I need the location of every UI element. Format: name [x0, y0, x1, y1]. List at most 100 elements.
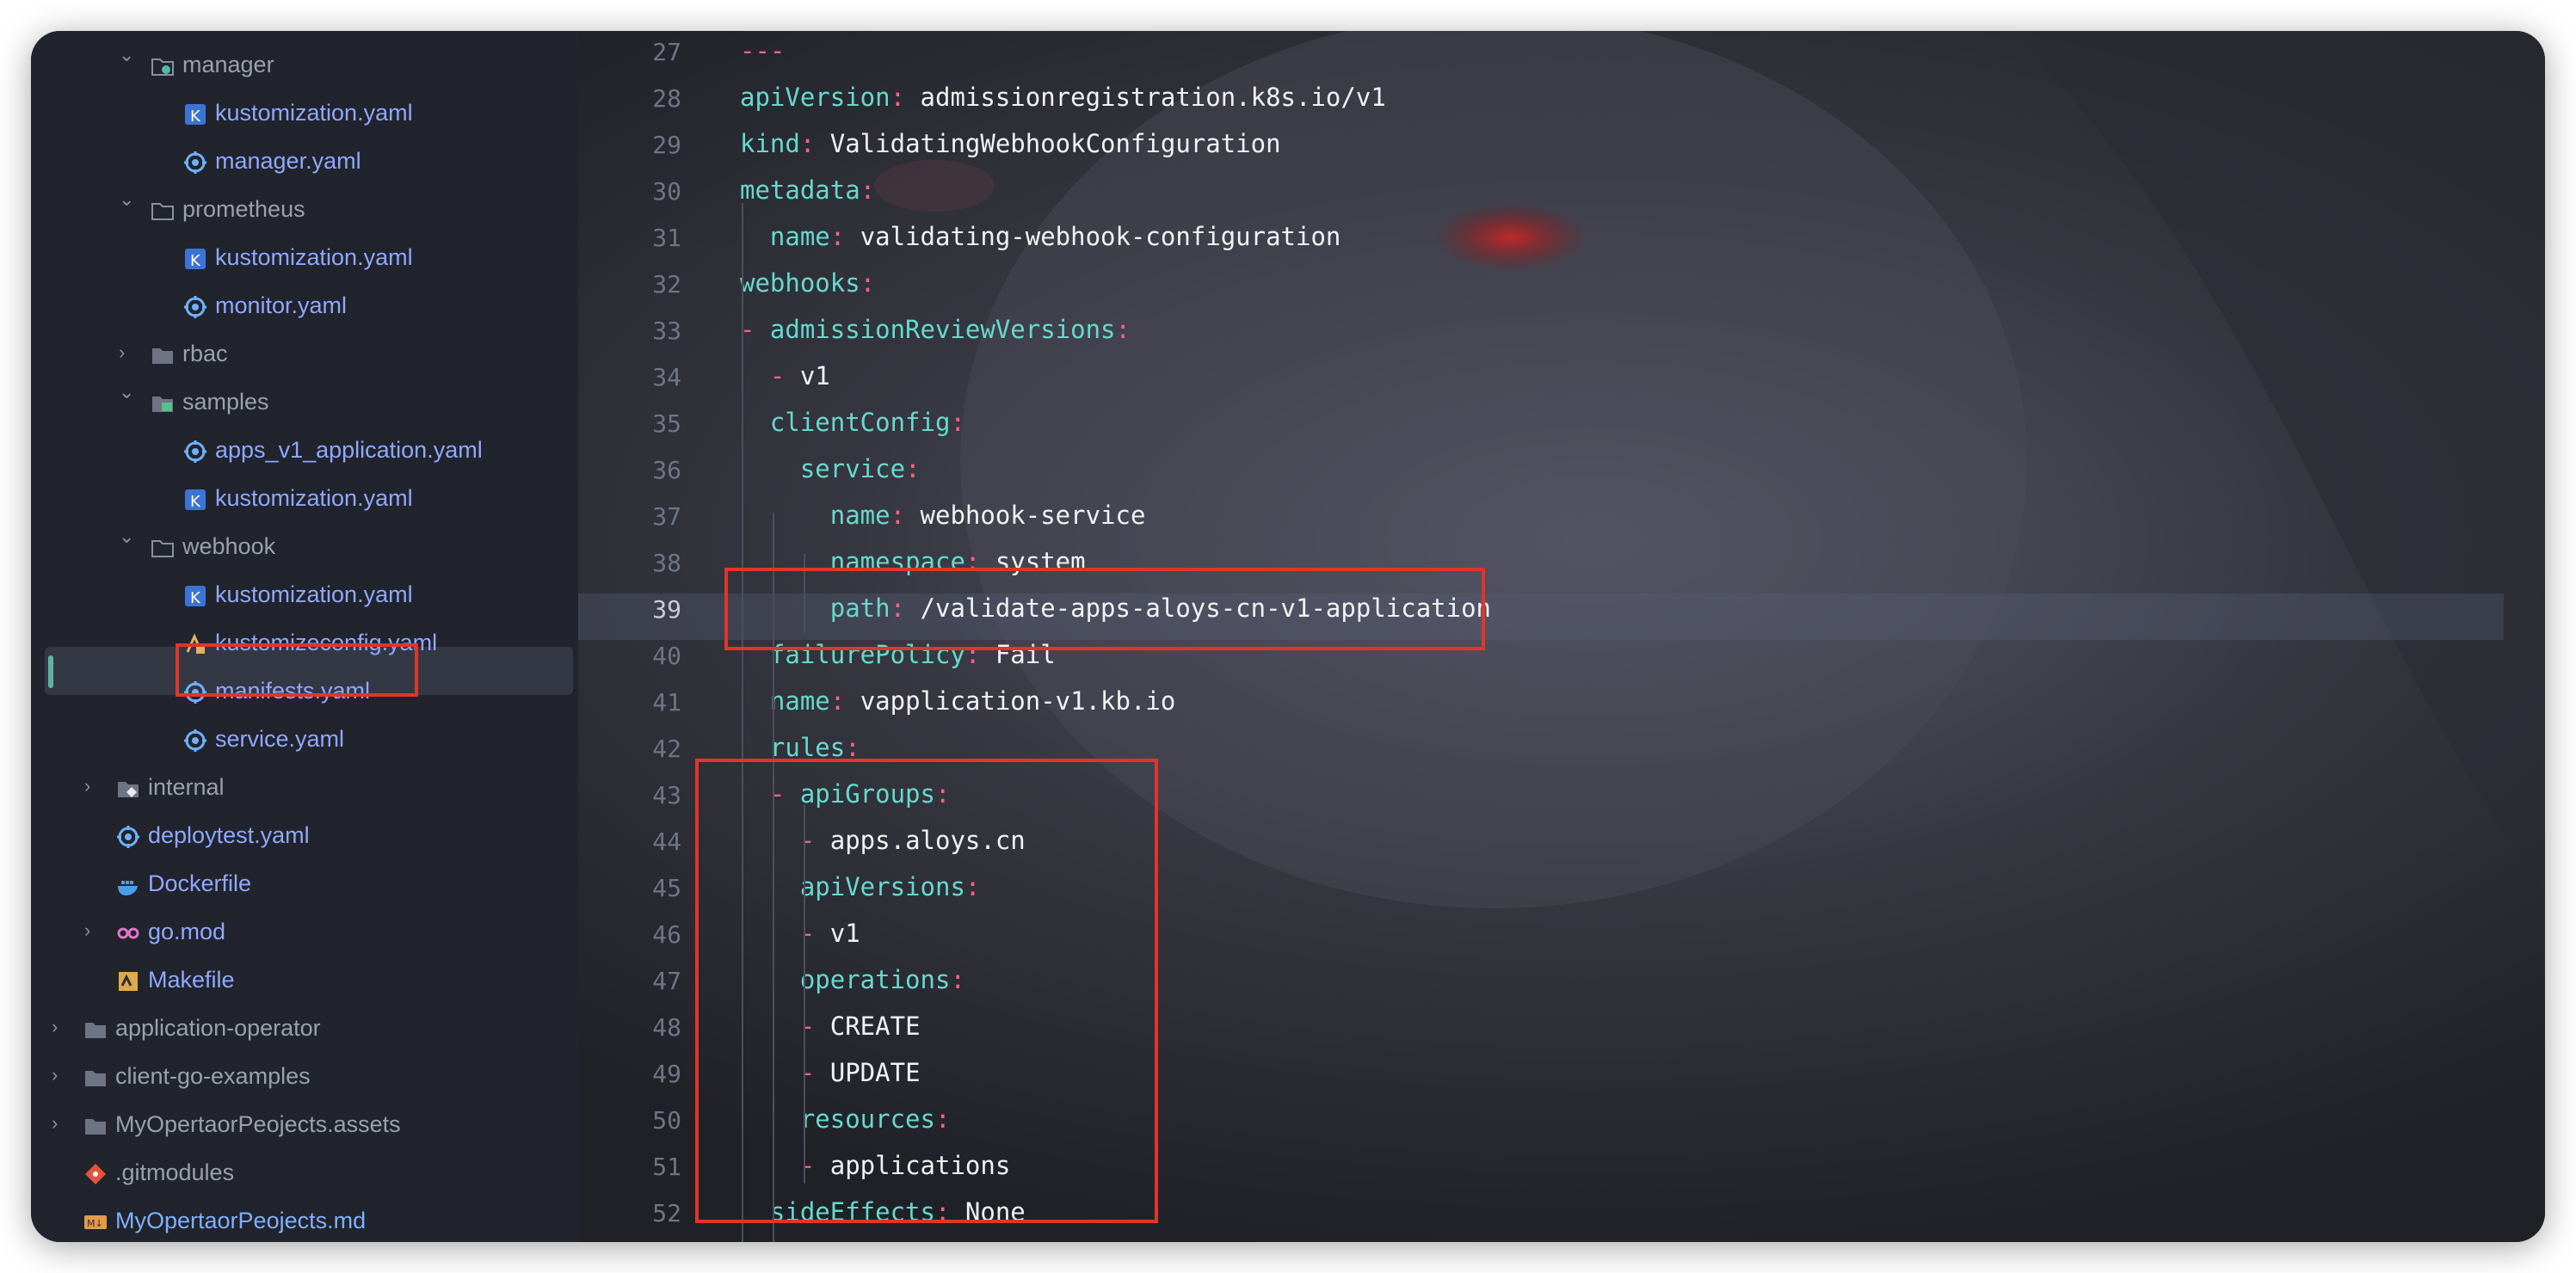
kustomize-k-icon: K [182, 101, 208, 127]
line-number: 52 [652, 1199, 681, 1227]
line-number: 28 [652, 84, 681, 113]
chevron-right-icon[interactable]: › [84, 777, 102, 796]
tree-file[interactable]: Kkustomization.yaml [31, 91, 578, 139]
chevron-right-icon[interactable]: › [52, 1114, 69, 1133]
folder-icon [83, 1065, 108, 1091]
chevron-right-icon[interactable]: › [119, 343, 136, 362]
tree-file[interactable]: Makefile [31, 958, 578, 1006]
tree-folder[interactable]: › application-operator [31, 1006, 578, 1055]
tree-folder[interactable]: ⌄ prometheus [31, 188, 578, 236]
code-line[interactable]: rules: [740, 733, 860, 762]
code-line[interactable]: name: webhook-service [740, 501, 1146, 530]
tree-folder[interactable]: ⌄ manager [31, 43, 578, 91]
code-token: ValidatingWebhookConfiguration [829, 129, 1281, 158]
tree-file[interactable]: service.yaml [31, 717, 578, 766]
project-tree: ⌄ manager Kkustomization.yaml manager.yaml ⌄… [31, 31, 578, 1242]
tree-item-label: rbac [182, 341, 228, 366]
code-line[interactable]: --- [740, 36, 785, 65]
tree-file[interactable]: monitor.yaml [31, 284, 578, 332]
tree-folder[interactable]: ⌄ webhook [31, 525, 578, 573]
code-line[interactable]: service: [740, 454, 921, 483]
line-number: 50 [652, 1106, 681, 1135]
tree-file[interactable]: M↓ MyOpertaorPeojects.md [31, 1199, 578, 1242]
code-token: kind [740, 129, 800, 158]
tree-file[interactable]: manager.yaml [31, 139, 578, 188]
svg-text:K: K [190, 108, 201, 126]
code-line[interactable]: kind: ValidatingWebhookConfiguration [740, 129, 1281, 158]
code-token: : [1115, 315, 1131, 344]
tree-item-label: manager.yaml [215, 148, 361, 174]
svg-text:K: K [190, 589, 201, 607]
tree-item-label: client-go-examples [115, 1063, 311, 1089]
annotation-box-path [724, 568, 1485, 650]
line-number: 51 [652, 1153, 681, 1181]
code-line[interactable]: clientConfig: [740, 408, 965, 437]
tree-folder[interactable]: › internal [31, 766, 578, 814]
code-line[interactable]: metadata: [740, 175, 875, 205]
code-token: : [890, 501, 921, 530]
code-token: webhooks [740, 268, 860, 298]
tree-item-label: MyOpertaorPeojects.md [115, 1208, 367, 1233]
go-mod-icon [115, 920, 141, 946]
code-token: : [860, 175, 876, 205]
code-line[interactable]: - v1 [740, 361, 830, 391]
code-line[interactable]: webhooks: [740, 268, 875, 298]
chevron-right-icon[interactable]: › [84, 921, 102, 940]
tree-item-label: service.yaml [215, 726, 345, 752]
tree-folder[interactable]: › MyOpertaorPeojects.assets [31, 1103, 578, 1151]
code-line[interactable]: - admissionReviewVersions: [740, 315, 1131, 344]
code-token: metadata [740, 175, 860, 205]
tree-item-label: apps_v1_application.yaml [215, 437, 483, 463]
line-number: 45 [652, 874, 681, 902]
code-token: : [890, 83, 921, 112]
line-number: 34 [652, 363, 681, 391]
tree-file[interactable]: .gitmodules [31, 1151, 578, 1199]
svg-text:M↓: M↓ [87, 1218, 103, 1229]
tree-folder[interactable]: ⌄ samples [31, 380, 578, 428]
code-token: clientConfig [769, 408, 951, 437]
tree-item-label: .gitmodules [115, 1159, 235, 1185]
folder-icon [150, 342, 176, 368]
line-number: 47 [652, 967, 681, 995]
code-token: webhook-service [920, 501, 1146, 530]
code-token: : [860, 268, 876, 298]
line-number: 35 [652, 409, 681, 438]
chevron-right-icon[interactable]: › [52, 1066, 69, 1085]
code-token: vapplication-v1.kb.io [860, 686, 1176, 716]
chevron-down-icon[interactable]: ⌄ [119, 46, 136, 65]
chevron-down-icon[interactable]: ⌄ [119, 190, 136, 209]
chevron-right-icon[interactable]: › [52, 1018, 69, 1036]
chevron-down-icon[interactable]: ⌄ [119, 383, 136, 402]
kustomize-k-icon: K [182, 583, 208, 609]
tree-file[interactable]: Kkustomization.yaml [31, 236, 578, 284]
tree-file[interactable]: apps_v1_application.yaml [31, 428, 578, 477]
yaml-gear-icon [182, 150, 208, 175]
tree-file[interactable]: Dockerfile [31, 862, 578, 910]
tree-file[interactable]: deploytest.yaml [31, 814, 578, 862]
line-number: 33 [652, 317, 681, 345]
tree-item-label: Makefile [148, 967, 235, 993]
code-token: : [845, 733, 860, 762]
docker-icon [115, 872, 141, 898]
tree-folder[interactable]: › client-go-examples [31, 1055, 578, 1103]
tree-item-label: webhook [182, 533, 276, 559]
tree-item-label: prometheus [182, 196, 305, 222]
code-token: - [740, 315, 770, 344]
chevron-down-icon[interactable]: ⌄ [119, 527, 136, 546]
tree-file[interactable]: › go.mod [31, 910, 578, 958]
code-line[interactable]: name: validating-webhook-configuration [740, 222, 1340, 251]
line-number: 44 [652, 827, 681, 856]
code-token: v1 [799, 361, 830, 391]
tree-file[interactable]: Kkustomization.yaml [31, 477, 578, 525]
tree-file[interactable]: Kkustomization.yaml [31, 573, 578, 621]
makefile-icon [115, 969, 141, 994]
code-line[interactable]: name: vapplication-v1.kb.io [740, 686, 1175, 716]
tree-folder[interactable]: › rbac [31, 332, 578, 380]
folder-special-icon [115, 776, 141, 802]
code-token: : [950, 408, 965, 437]
tree-item-label: manager [182, 52, 274, 77]
code-line[interactable]: apiVersion: admissionregistration.k8s.io… [740, 83, 1386, 112]
